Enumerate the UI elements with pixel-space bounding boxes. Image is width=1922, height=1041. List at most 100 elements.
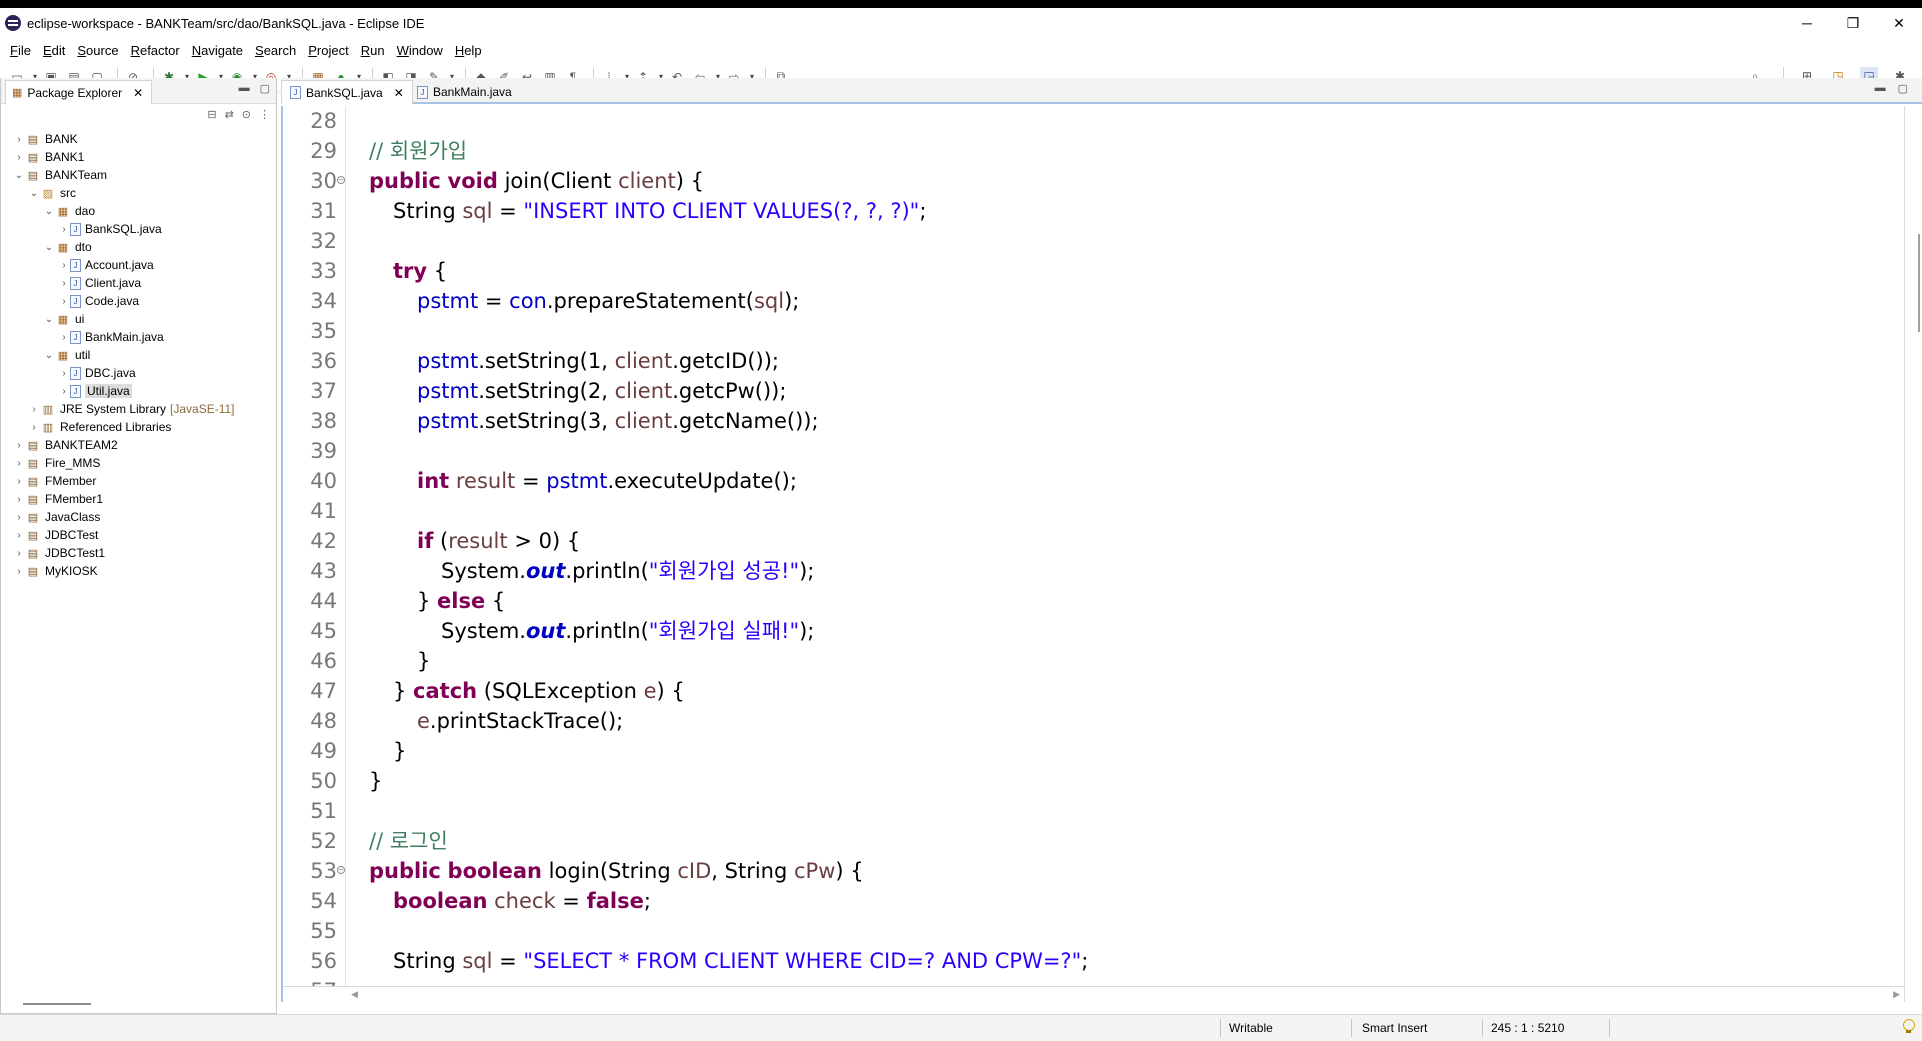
collapsed-chevron-icon[interactable]: › <box>13 548 25 559</box>
tree-item[interactable]: › J BankMain.java <box>1 328 276 346</box>
tree-item[interactable]: ⌄ ▦ dto <box>1 238 276 256</box>
tree-item[interactable]: › ▥ JRE System Library [JavaSE-11] <box>1 400 276 418</box>
collapsed-chevron-icon[interactable]: › <box>13 458 25 469</box>
line-number: 38 <box>310 409 337 433</box>
tab-package-explorer[interactable]: ▦ Package Explorer ✕ <box>5 80 153 104</box>
tree-item[interactable]: ⌄ ▦ dao <box>1 202 276 220</box>
tree-item[interactable]: › ▤ BANKTEAM2 <box>1 436 276 454</box>
collapsed-chevron-icon[interactable]: › <box>28 404 40 415</box>
tree-item-label: JDBCTest <box>45 528 99 542</box>
code-editor[interactable]: 28 29// 회원가입 30− public void join(Client cl… <box>281 106 1904 1002</box>
menu-refactor[interactable]: Refactor <box>125 43 186 58</box>
expanded-chevron-icon[interactable]: ⌄ <box>43 242 55 253</box>
close-button[interactable]: ✕ <box>1876 8 1922 38</box>
collapsed-chevron-icon[interactable]: › <box>28 422 40 433</box>
collapsed-chevron-icon[interactable]: › <box>13 440 25 451</box>
collapsed-chevron-icon[interactable]: › <box>13 566 25 577</box>
tree-item[interactable]: › J Util.java <box>1 382 276 400</box>
view-menu-icon[interactable]: ⋮ <box>259 108 270 121</box>
tree-item[interactable]: › ▤ JavaClass <box>1 508 276 526</box>
collapsed-chevron-icon[interactable]: › <box>13 476 25 487</box>
minimize-editor-icon[interactable]: ▬ <box>1875 82 1886 95</box>
explorer-horizontal-scrollbar[interactable] <box>23 1003 91 1005</box>
menu-source[interactable]: Source <box>71 43 124 58</box>
expanded-chevron-icon[interactable]: ⌄ <box>43 350 55 361</box>
tab-bankmain-java[interactable]: J BankMain.java <box>409 80 520 104</box>
collapsed-chevron-icon[interactable]: › <box>13 530 25 541</box>
editor-horizontal-scrollbar[interactable]: ◀ ▶ <box>283 986 1904 1002</box>
collapsed-chevron-icon[interactable]: › <box>58 296 70 307</box>
menu-file[interactable]: File <box>4 43 37 58</box>
menu-help[interactable]: Help <box>449 43 488 58</box>
maximize-view-icon[interactable]: ▢ <box>260 82 270 95</box>
menu-search[interactable]: Search <box>249 43 302 58</box>
collapsed-chevron-icon[interactable]: › <box>13 494 25 505</box>
source-folder-icon: ▨ <box>42 187 54 200</box>
status-cursor-position[interactable]: 245 : 1 : 5210 <box>1491 1021 1564 1035</box>
close-icon[interactable]: ✕ <box>133 86 143 100</box>
tree-item[interactable]: › ▤ BANK1 <box>1 148 276 166</box>
tree-item[interactable]: › ▤ FMember <box>1 472 276 490</box>
close-tab-icon[interactable]: ✕ <box>394 86 404 100</box>
expanded-chevron-icon[interactable]: ⌄ <box>43 314 55 325</box>
code-token: public <box>369 169 441 193</box>
tree-item[interactable]: › J Code.java <box>1 292 276 310</box>
collapsed-chevron-icon[interactable]: › <box>58 368 70 379</box>
collapsed-chevron-icon[interactable]: › <box>13 152 25 163</box>
tree-item-label: JavaClass <box>45 510 101 524</box>
line-number: 52 <box>310 829 337 853</box>
fold-toggle-icon[interactable]: − <box>337 866 345 874</box>
minimize-view-icon[interactable]: ▬ <box>239 82 250 95</box>
menu-window[interactable]: Window <box>391 43 449 58</box>
collapsed-chevron-icon[interactable]: › <box>58 224 70 235</box>
status-insert-mode[interactable]: Smart Insert <box>1362 1021 1427 1035</box>
maximize-editor-icon[interactable]: ▢ <box>1898 82 1908 95</box>
tab-banksql-java[interactable]: J BankSQL.java ✕ <box>281 80 413 104</box>
menu-run[interactable]: Run <box>355 43 391 58</box>
menu-navigate[interactable]: Navigate <box>186 43 249 58</box>
tree-item[interactable]: ⌄ ▦ ui <box>1 310 276 328</box>
code-token: boolean <box>447 859 542 883</box>
fold-toggle-icon[interactable]: − <box>337 176 345 184</box>
tree-item[interactable]: › ▤ JDBCTest <box>1 526 276 544</box>
minimize-button[interactable]: ─ <box>1784 8 1830 38</box>
expanded-chevron-icon[interactable]: ⌄ <box>43 206 55 217</box>
tree-item[interactable]: › J Client.java <box>1 274 276 292</box>
tip-lightbulb-icon[interactable] <box>1902 1019 1915 1035</box>
vertical-scroll-thumb[interactable] <box>1918 234 1920 332</box>
collapse-all-icon[interactable]: ⊟ <box>207 108 216 121</box>
tree-item[interactable]: › J DBC.java <box>1 364 276 382</box>
collapsed-chevron-icon[interactable]: › <box>58 260 70 271</box>
expanded-chevron-icon[interactable]: ⌄ <box>28 188 40 199</box>
collapsed-chevron-icon[interactable]: › <box>13 512 25 523</box>
code-token: .getcName()); <box>672 409 819 433</box>
editor-vertical-scrollbar[interactable] <box>1904 106 1922 1002</box>
maximize-button[interactable]: ❐ <box>1830 8 1876 38</box>
collapsed-chevron-icon[interactable]: › <box>58 332 70 343</box>
expanded-chevron-icon[interactable]: ⌄ <box>13 170 25 181</box>
collapsed-chevron-icon[interactable]: › <box>13 134 25 145</box>
menu-project[interactable]: Project <box>302 43 354 58</box>
tree-item[interactable]: › ▤ Fire_MMS <box>1 454 276 472</box>
package-icon: ▦ <box>57 313 69 326</box>
tree-item[interactable]: ⌄ ▨ src <box>1 184 276 202</box>
tree-item[interactable]: › J Account.java <box>1 256 276 274</box>
collapsed-chevron-icon[interactable]: › <box>58 386 70 397</box>
menu-edit[interactable]: Edit <box>37 43 71 58</box>
tree-item[interactable]: › ▤ JDBCTest1 <box>1 544 276 562</box>
code-token: } <box>417 589 438 613</box>
tree-item[interactable]: ⌄ ▤ BANKTeam <box>1 166 276 184</box>
project-icon: ▤ <box>27 151 39 164</box>
scroll-right-icon[interactable]: ▶ <box>1893 989 1900 1000</box>
tree-item[interactable]: › ▤ BANK <box>1 130 276 148</box>
tree-item[interactable]: › ▤ MyKIOSK <box>1 562 276 580</box>
tree-item[interactable]: › ▤ FMember1 <box>1 490 276 508</box>
tree-item[interactable]: › J BankSQL.java <box>1 220 276 238</box>
link-with-editor-icon[interactable]: ⇄ <box>225 108 234 121</box>
scroll-left-icon[interactable]: ◀ <box>351 989 358 1000</box>
tree-item[interactable]: › ▥ Referenced Libraries <box>1 418 276 436</box>
collapsed-chevron-icon[interactable]: › <box>58 278 70 289</box>
code-token: ) { <box>835 859 864 883</box>
tree-item[interactable]: ⌄ ▦ util <box>1 346 276 364</box>
focus-active-task-icon[interactable]: ⊙ <box>242 108 251 121</box>
